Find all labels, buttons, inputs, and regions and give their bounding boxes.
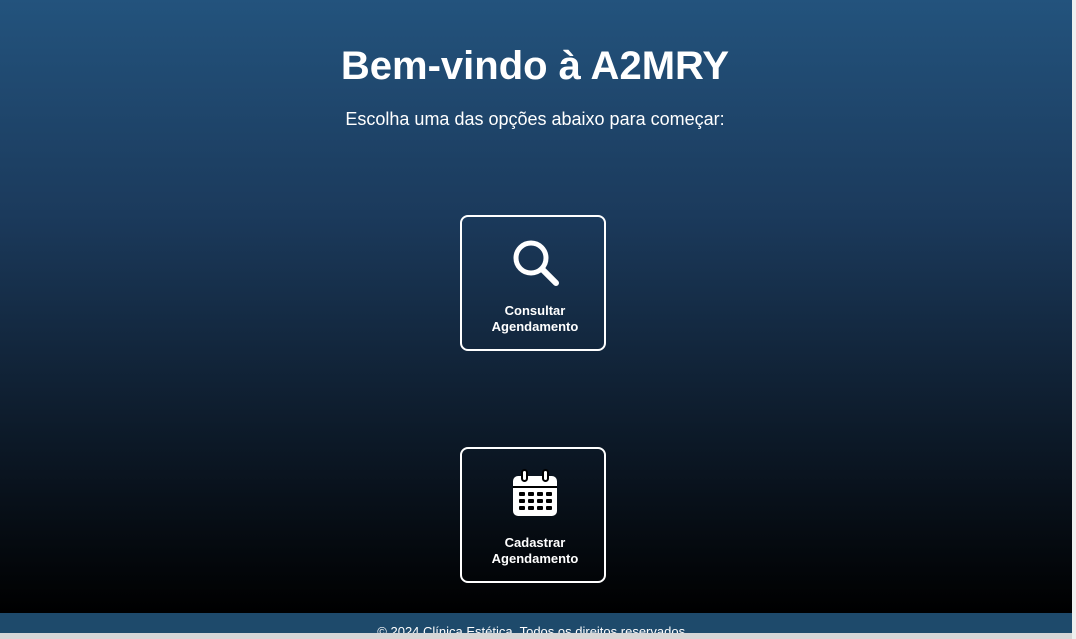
- calendar-icon: [513, 469, 557, 516]
- register-label-line1: Cadastrar: [504, 535, 566, 550]
- vertical-scrollbar[interactable]: [1072, 0, 1076, 639]
- register-appointment-button[interactable]: Cadastrar Agendamento: [460, 447, 606, 583]
- page-subtitle: Escolha uma das opções abaixo para começ…: [345, 109, 725, 129]
- horizontal-scrollbar[interactable]: [0, 633, 1076, 639]
- consult-appointment-button[interactable]: Consultar Agendamento: [460, 215, 606, 351]
- consult-label-line1: Consultar: [504, 303, 566, 318]
- consult-appointment-label: Consultar Agendamento: [462, 303, 608, 335]
- register-label-line2: Agendamento: [491, 551, 579, 566]
- page-title: Bem-vindo à A2MRY: [340, 44, 730, 88]
- consult-label-line2: Agendamento: [491, 319, 579, 334]
- page: Bem-vindo à A2MRY Escolha uma das opções…: [0, 0, 1076, 639]
- search-icon: [513, 240, 559, 286]
- main-content: Bem-vindo à A2MRY Escolha uma das opções…: [0, 0, 1076, 613]
- register-appointment-label: Cadastrar Agendamento: [462, 535, 608, 567]
